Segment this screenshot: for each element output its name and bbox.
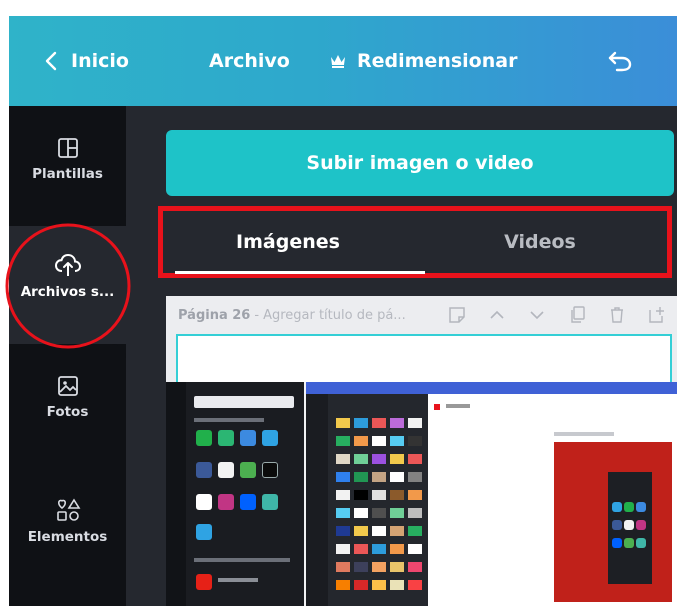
highlight-circle: [5, 223, 131, 349]
